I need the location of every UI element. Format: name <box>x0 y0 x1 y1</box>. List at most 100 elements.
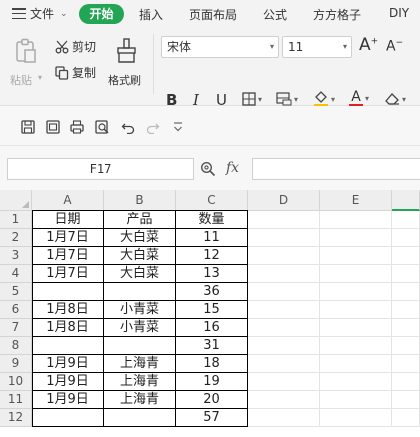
increase-font-size-button[interactable]: A+ <box>359 35 378 55</box>
cell-col-d[interactable] <box>248 337 320 355</box>
row-header[interactable]: 3 <box>0 247 32 265</box>
cell-col-e[interactable] <box>320 373 392 391</box>
formula-input[interactable] <box>252 158 420 180</box>
cell-col-d[interactable] <box>248 319 320 337</box>
cell-col-a[interactable] <box>32 283 104 301</box>
cell-col-b[interactable]: 小青菜 <box>104 319 176 337</box>
borders-button[interactable]: ▾ <box>242 92 262 106</box>
column-header-f[interactable] <box>392 190 420 211</box>
cell-col-b[interactable]: 大白菜 <box>104 229 176 247</box>
font-name-select[interactable]: 宋体 ▾ <box>161 36 279 58</box>
cell-col-b[interactable]: 上海青 <box>104 373 176 391</box>
cell-col-c[interactable]: 15 <box>176 301 248 319</box>
insert-function-button[interactable]: fx <box>226 160 239 176</box>
cell-col-d[interactable] <box>248 211 320 229</box>
paste-button[interactable]: 粘贴 ▾ <box>10 36 46 88</box>
cell-col-e[interactable] <box>320 265 392 283</box>
cell-col-e[interactable] <box>320 247 392 265</box>
cell-col-f[interactable] <box>392 247 420 265</box>
redo-icon[interactable] <box>146 120 160 134</box>
tab-formulas[interactable]: 公式 <box>263 6 287 23</box>
copy-button[interactable]: 复制 <box>55 64 96 81</box>
cell-col-d[interactable] <box>248 355 320 373</box>
cell-col-b[interactable] <box>104 337 176 355</box>
tab-insert[interactable]: 插入 <box>139 6 163 23</box>
cell-col-a[interactable] <box>32 409 104 427</box>
cell-col-b[interactable]: 大白菜 <box>104 265 176 283</box>
cell-col-e[interactable] <box>320 355 392 373</box>
cell-col-e[interactable] <box>320 211 392 229</box>
cell-col-c[interactable]: 18 <box>176 355 248 373</box>
cell-col-a[interactable]: 1月9日 <box>32 391 104 409</box>
cell-col-b[interactable]: 小青菜 <box>104 301 176 319</box>
row-header[interactable]: 12 <box>0 409 32 427</box>
cell-col-a[interactable]: 1月8日 <box>32 319 104 337</box>
cell-col-c[interactable]: 11 <box>176 229 248 247</box>
cell-col-a[interactable]: 日期 <box>32 211 104 229</box>
column-header-e[interactable]: E <box>320 190 392 211</box>
cell-col-c[interactable]: 31 <box>176 337 248 355</box>
cell-col-e[interactable] <box>320 229 392 247</box>
select-all-corner[interactable] <box>0 190 32 211</box>
row-header[interactable]: 7 <box>0 319 32 337</box>
row-header[interactable]: 5 <box>0 283 32 301</box>
cell-col-c[interactable]: 13 <box>176 265 248 283</box>
export-pdf-icon[interactable] <box>46 120 60 134</box>
cell-col-f[interactable] <box>392 211 420 229</box>
cell-col-a[interactable]: 1月8日 <box>32 301 104 319</box>
cell-col-f[interactable] <box>392 265 420 283</box>
cell-col-a[interactable]: 1月7日 <box>32 229 104 247</box>
column-header-c[interactable]: C <box>176 190 248 211</box>
decrease-font-size-button[interactable]: A− <box>386 38 403 55</box>
cell-col-a[interactable]: 1月9日 <box>32 373 104 391</box>
cell-col-b[interactable] <box>104 283 176 301</box>
cut-button[interactable]: 剪切 <box>55 38 96 55</box>
cell-col-b[interactable] <box>104 409 176 427</box>
fill-pattern-button[interactable]: ▾ <box>276 92 298 106</box>
cell-col-f[interactable] <box>392 319 420 337</box>
tab-home[interactable]: 开始 <box>79 4 124 24</box>
column-header-d[interactable]: D <box>248 190 320 211</box>
cell-col-f[interactable] <box>392 301 420 319</box>
print-preview-icon[interactable] <box>95 120 109 134</box>
cell-col-d[interactable] <box>248 229 320 247</box>
cell-col-d[interactable] <box>248 373 320 391</box>
name-box[interactable]: F17 <box>7 158 194 180</box>
cell-col-c[interactable]: 20 <box>176 391 248 409</box>
cell-col-a[interactable]: 1月7日 <box>32 265 104 283</box>
file-menu-button[interactable]: 文件 ⌄ <box>12 5 68 22</box>
row-header[interactable]: 6 <box>0 301 32 319</box>
format-painter-button[interactable]: 格式刷 <box>106 36 148 88</box>
row-header[interactable]: 2 <box>0 229 32 247</box>
cell-col-b[interactable]: 产品 <box>104 211 176 229</box>
cell-col-f[interactable] <box>392 391 420 409</box>
cell-col-f[interactable] <box>392 373 420 391</box>
cell-col-c[interactable]: 19 <box>176 373 248 391</box>
cell-col-f[interactable] <box>392 283 420 301</box>
row-header[interactable]: 9 <box>0 355 32 373</box>
tab-fangfang-gezi[interactable]: 方方格子 <box>313 6 361 23</box>
cell-col-e[interactable] <box>320 283 392 301</box>
cell-col-f[interactable] <box>392 409 420 427</box>
zoom-search-icon[interactable] <box>200 161 216 177</box>
row-header[interactable]: 10 <box>0 373 32 391</box>
cell-col-e[interactable] <box>320 301 392 319</box>
row-header[interactable]: 8 <box>0 337 32 355</box>
cell-col-e[interactable] <box>320 319 392 337</box>
cell-col-e[interactable] <box>320 409 392 427</box>
row-header[interactable]: 4 <box>0 265 32 283</box>
cell-col-f[interactable] <box>392 355 420 373</box>
print-icon[interactable] <box>70 120 84 134</box>
row-header[interactable]: 11 <box>0 391 32 409</box>
cell-col-c[interactable]: 16 <box>176 319 248 337</box>
save-icon[interactable] <box>21 120 35 134</box>
cell-col-d[interactable] <box>248 301 320 319</box>
cell-col-a[interactable]: 1月9日 <box>32 355 104 373</box>
cell-col-d[interactable] <box>248 265 320 283</box>
column-header-b[interactable]: B <box>104 190 176 211</box>
column-header-a[interactable]: A <box>32 190 104 211</box>
row-header[interactable]: 1 <box>0 211 32 229</box>
customize-toolbar-icon[interactable] <box>172 120 184 134</box>
tab-page-layout[interactable]: 页面布局 <box>189 6 237 23</box>
cell-col-a[interactable] <box>32 337 104 355</box>
